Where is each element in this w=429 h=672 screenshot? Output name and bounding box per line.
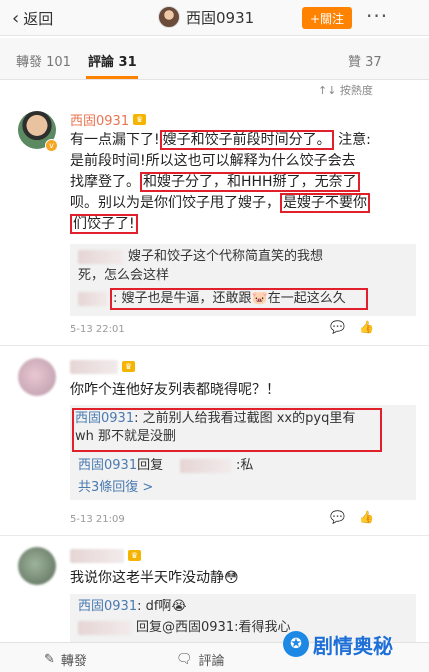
like-icon[interactable]: 👍 xyxy=(359,510,374,524)
divider xyxy=(0,345,429,346)
blurred-username xyxy=(180,459,232,473)
comment-actions: 💬 👍 xyxy=(330,320,374,334)
highlight-box: 嫂子和饺子前段时间分了。 xyxy=(159,130,334,150)
avatar[interactable] xyxy=(18,547,56,585)
reply-username[interactable]: 西固0931 xyxy=(78,458,137,473)
tab-comment[interactable]: 評論 31 xyxy=(88,51,137,70)
reply-icon[interactable]: 💬 xyxy=(330,510,345,524)
comment-username[interactable]: 西固0931 ♛ xyxy=(70,110,147,129)
repost-icon: ✎ xyxy=(44,652,55,667)
avatar xyxy=(158,6,180,28)
comment-timestamp: 5-13 21:09 xyxy=(70,514,125,525)
blurred-username xyxy=(78,292,108,306)
reply-username[interactable]: 西固0931 xyxy=(75,411,134,426)
watermark-text: 剧情奥秘 xyxy=(313,633,393,658)
tab-bar: 轉發 101 評論 31 贊 37 xyxy=(0,38,429,80)
reply-text: 死，怎么会这样 xyxy=(78,268,170,283)
back-label: 返回 xyxy=(23,10,54,28)
blurred-username xyxy=(70,360,118,374)
reply-text: 西固0931: df啊😭 xyxy=(78,599,187,614)
comment-actions: 💬 👍 xyxy=(330,510,374,524)
blurred-username xyxy=(78,250,124,264)
highlight-box: 是嫂子不要你 xyxy=(280,193,370,213)
sort-toggle[interactable]: ↑↓ 按熱度 xyxy=(318,82,373,98)
watermark: ✪ 剧情奥秘 xyxy=(283,628,429,660)
comment-text: 我说你这老半天咋没动静😳 xyxy=(70,570,239,586)
tab-like[interactable]: 贊 37 xyxy=(348,51,382,70)
comment-text: 有一点漏下了! 嫂子和饺子前段时间分了。 注意: 是前段时间!所以这也可以解释为什… xyxy=(70,130,371,234)
reply-text: 嫂子和饺子这个代称简直笑的我想 xyxy=(128,249,324,264)
reply-text: 回复@西固0931:看得我心 xyxy=(136,620,291,635)
reply-text: :私 xyxy=(236,458,254,473)
top-navigation-bar: ‹ 返回 西固0931 +關注 ··· xyxy=(0,0,429,36)
post-author[interactable]: 西固0931 xyxy=(158,6,254,28)
reply-thread[interactable]: 嫂子和饺子这个代称简直笑的我想 死，怎么会这样 : 嫂子也是牛逼，还敢跟🐷在一起… xyxy=(70,244,416,316)
highlight-box: : 嫂子也是牛逼，还敢跟🐷在一起这么久 xyxy=(110,288,368,310)
reply-thread[interactable]: 西固0931: 之前别人给我看过截图 xx的pyq里有 wh 那不就是没删 西固… xyxy=(70,405,416,500)
comment-timestamp: 5-13 22:01 xyxy=(70,324,125,335)
like-icon[interactable]: 👍 xyxy=(359,320,374,334)
highlight-box: 们饺子了! xyxy=(70,214,138,234)
active-tab-indicator xyxy=(86,76,138,79)
view-replies-link[interactable]: 共3條回復 > xyxy=(78,479,153,497)
vip-crown-icon: ♛ xyxy=(122,361,135,372)
divider xyxy=(0,535,429,536)
more-icon[interactable]: ··· xyxy=(366,4,388,28)
reply-icon[interactable]: 💬 xyxy=(330,320,345,334)
follow-button[interactable]: +關注 xyxy=(302,7,352,29)
repost-button[interactable]: ✎ 轉發 xyxy=(44,650,87,669)
vip-crown-icon: ♛ xyxy=(128,550,141,561)
comment-button[interactable]: 🗨 評論 xyxy=(176,650,225,669)
chevron-left-icon: ‹ xyxy=(12,7,20,29)
comment-text: 你咋个连他好友列表都晓得呢？！ xyxy=(70,382,280,398)
comment-icon: 🗨 xyxy=(176,652,193,667)
verified-badge-icon: v xyxy=(45,139,58,152)
vip-crown-icon: ♛ xyxy=(133,114,147,125)
highlight-box: 和嫂子分了，和HHH掰了，无奈了 xyxy=(140,172,360,192)
watermark-logo-icon: ✪ xyxy=(283,631,309,657)
back-button[interactable]: ‹ 返回 xyxy=(12,8,53,29)
reply-username[interactable]: 西固0931 xyxy=(78,599,137,614)
avatar[interactable] xyxy=(18,358,56,396)
reply-text: 西固0931回复 xyxy=(78,458,164,473)
tab-repost[interactable]: 轉發 101 xyxy=(16,51,71,70)
highlight-box: 西固0931: 之前别人给我看过截图 xx的pyq里有 wh 那不就是没删 xyxy=(72,408,382,452)
blurred-username xyxy=(78,621,132,635)
page-title: 西固0931 xyxy=(186,8,255,27)
blurred-username xyxy=(70,549,124,563)
